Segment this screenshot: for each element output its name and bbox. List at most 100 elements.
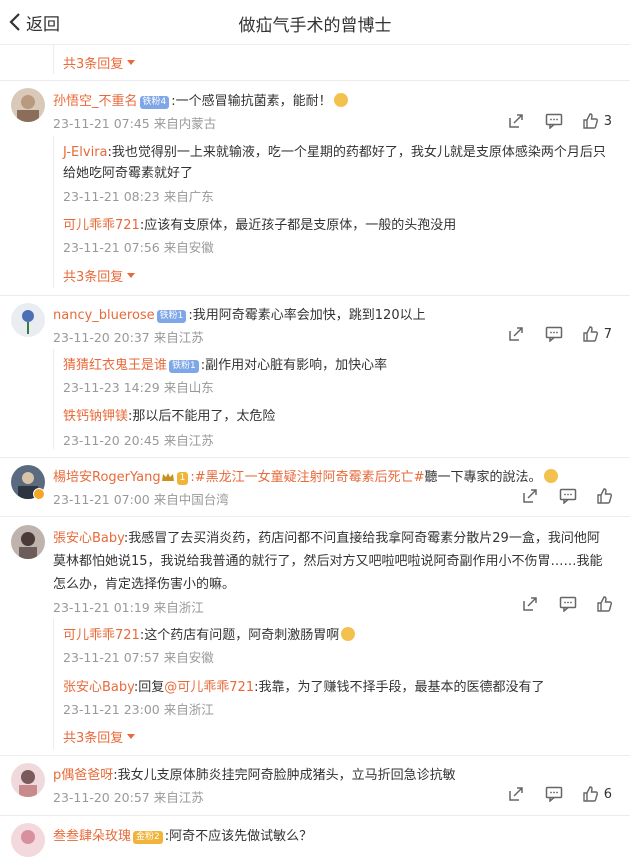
reply-meta: 23-11-21 07:56 来自安徽 — [63, 240, 214, 255]
comment-body: 叁叁肆朵玫瑰 金粉2:阿奇不应该先做试敏么？ — [53, 825, 312, 844]
like-icon — [597, 596, 612, 612]
username[interactable]: 张安心Baby — [63, 680, 134, 695]
username[interactable]: 可儿乖乖721 — [63, 628, 140, 643]
page-title: 做疝气手术的曾博士 — [238, 16, 392, 36]
reply-body: 张安心Baby:回复@可儿乖乖721:我靠，为了赚钱不择手段，最基本的医德都没有… — [63, 676, 545, 695]
comment-text: :我感冒了去买消炎药，药店问都不问直接给我拿阿奇霉素分散片29一盒，我问他阿 — [123, 531, 600, 546]
like-icon — [583, 113, 598, 129]
reply-rail — [53, 136, 54, 288]
reply-text: :副作用对心脏有影响，加快心率 — [200, 358, 388, 373]
comment-text: :一个感冒输抗菌素，能耐！ — [171, 94, 332, 109]
comment-icon[interactable] — [558, 594, 578, 614]
reply-body: 猜猜红衣鬼王是谁 铁粉1:副作用对心脏有影响，加快心率 — [63, 354, 387, 373]
comment-text: :我用阿奇霉素心率会加快，跳到120以上 — [188, 308, 426, 323]
share-icon[interactable] — [520, 594, 540, 614]
comment-icon[interactable] — [558, 486, 578, 506]
like-icon — [583, 786, 598, 802]
share-icon[interactable] — [506, 111, 526, 131]
comment-actions — [520, 594, 612, 614]
expand-replies-button[interactable]: 共3条回复 — [63, 53, 136, 72]
crown-icon — [161, 471, 175, 481]
fan-badge: 铁粉4 — [139, 96, 170, 109]
username[interactable]: J-Elvira — [63, 145, 108, 160]
share-icon[interactable] — [506, 324, 526, 344]
avatar[interactable] — [11, 763, 45, 797]
reply-text: :我也觉得别一上来就输液，吃一个星期的药都好了，我女儿就是支原体感染两个月后只 — [107, 145, 606, 160]
share-icon[interactable] — [520, 486, 540, 506]
top-bar: 返回 做疝气手术的曾博士 — [0, 0, 630, 44]
divider — [0, 457, 630, 458]
username[interactable]: 孙悟空_不重名 — [53, 94, 138, 109]
comment-text: 聽一下專家的說法。 — [424, 470, 542, 485]
caret-down-icon — [127, 60, 136, 65]
mention-link[interactable]: @可儿乖乖721 — [164, 680, 254, 695]
comment-text: :阿奇不应该先做试敏么？ — [164, 829, 313, 844]
divider — [0, 516, 630, 517]
like-count: 7 — [603, 326, 612, 342]
comment-actions: 3 — [506, 111, 612, 131]
comment-icon[interactable] — [544, 111, 564, 131]
share-icon[interactable] — [506, 784, 526, 804]
avatar[interactable] — [11, 303, 45, 337]
comment-meta: 23-11-20 20:57 来自江苏 — [53, 790, 204, 805]
topic-link[interactable]: :#黑龙江一女童疑注射阿奇霉素后死亡# — [190, 470, 424, 485]
reply-body: 可儿乖乖721:应该有支原体，最近孩子都是支原体，一般的头孢没用 — [63, 214, 456, 233]
divider — [0, 815, 630, 816]
reply-meta: 23-11-20 20:45 来自江苏 — [63, 433, 214, 448]
like-button[interactable]: 7 — [582, 326, 612, 342]
avatar[interactable] — [11, 525, 45, 559]
username[interactable]: 張安心Baby — [53, 531, 124, 546]
comment-text-continued: 莫林都怕她说15，我说给我普通的就行了，然后对方又吧啦吧啦说阿奇副作用小不伤胃…… — [53, 554, 603, 569]
comment-meta: 23-11-21 01:19 来自浙江 — [53, 600, 204, 615]
reply-meta: 23-11-21 07:57 来自安徽 — [63, 650, 214, 665]
username[interactable]: 可儿乖乖721 — [63, 218, 140, 233]
like-button[interactable]: 3 — [582, 113, 612, 129]
reply-meta: 23-11-21 23:00 来自浙江 — [63, 702, 214, 717]
divider — [0, 80, 630, 81]
comment-icon[interactable] — [544, 784, 564, 804]
comment-icon[interactable] — [544, 324, 564, 344]
reply-meta: 23-11-21 08:23 来自广东 — [63, 189, 214, 204]
reply-rail — [53, 44, 54, 74]
comment-actions: 7 — [506, 324, 612, 344]
comment-body: 孙悟空_不重名 铁粉4:一个感冒输抗菌素，能耐！ — [53, 90, 348, 109]
comment-meta: 23-11-20 20:37 来自江苏 — [53, 330, 204, 345]
reply-rail — [53, 349, 54, 449]
reply-text: :我靠，为了赚钱不择手段，最基本的医德都没有了 — [254, 680, 545, 695]
username[interactable]: 铁钙钠钾镁 — [63, 409, 128, 424]
like-count: 3 — [603, 113, 612, 129]
reply-meta: 23-11-23 14:29 来自山东 — [63, 380, 214, 395]
username[interactable]: 楊培安RogerYang — [53, 470, 161, 485]
clap-emoji-icon — [333, 93, 348, 107]
avatar[interactable] — [11, 823, 45, 857]
reply-text-continued: 给她吃阿奇霉素就好了 — [63, 166, 194, 181]
caret-down-icon — [127, 734, 136, 739]
username[interactable]: 猜猜红衣鬼王是谁 — [63, 358, 167, 373]
like-count: 6 — [603, 786, 612, 802]
comment-body: nancy_bluerose 铁粉1:我用阿奇霉素心率会加快，跳到120以上 — [53, 304, 426, 323]
username[interactable]: p偶爸爸呀 — [53, 768, 113, 783]
expand-replies-button[interactable]: 共3条回复 — [63, 727, 136, 746]
avatar[interactable] — [11, 88, 45, 122]
username[interactable]: 叁叁肆朵玫瑰 — [53, 829, 131, 844]
expand-replies-button[interactable]: 共3条回复 — [63, 266, 136, 285]
comment-body: 張安心Baby:我感冒了去买消炎药，药店问都不问直接给我拿阿奇霉素分散片29一盒… — [53, 527, 600, 546]
reply-body: 铁钙钠钾镁:那以后不能用了，太危险 — [63, 405, 275, 424]
like-button[interactable] — [596, 488, 612, 504]
fan-badge: 铁粉1 — [169, 360, 199, 373]
like-button[interactable]: 6 — [582, 786, 612, 802]
comment-actions: 6 — [506, 784, 612, 804]
reply-prefix: :回复 — [133, 680, 165, 695]
comment-body: 楊培安RogerYang 1:#黑龙江一女童疑注射阿奇霉素后死亡#聽一下專家的說法… — [53, 466, 558, 485]
divider — [0, 295, 630, 296]
reply-rail — [53, 619, 54, 749]
username[interactable]: nancy_bluerose — [53, 308, 155, 323]
reply-body: 可儿乖乖721:这个药店有问题，阿奇刺激肠胃啊 — [63, 624, 356, 643]
verified-icon — [33, 488, 45, 500]
divider — [0, 755, 630, 756]
comment-text-continued: 怎么办，肯定选择伤害小的嘛。 — [53, 577, 236, 592]
like-icon — [597, 488, 612, 504]
reply-text: :那以后不能用了，太危险 — [128, 409, 276, 424]
like-button[interactable] — [596, 596, 612, 612]
fan-badge: 金粉2 — [133, 831, 163, 844]
